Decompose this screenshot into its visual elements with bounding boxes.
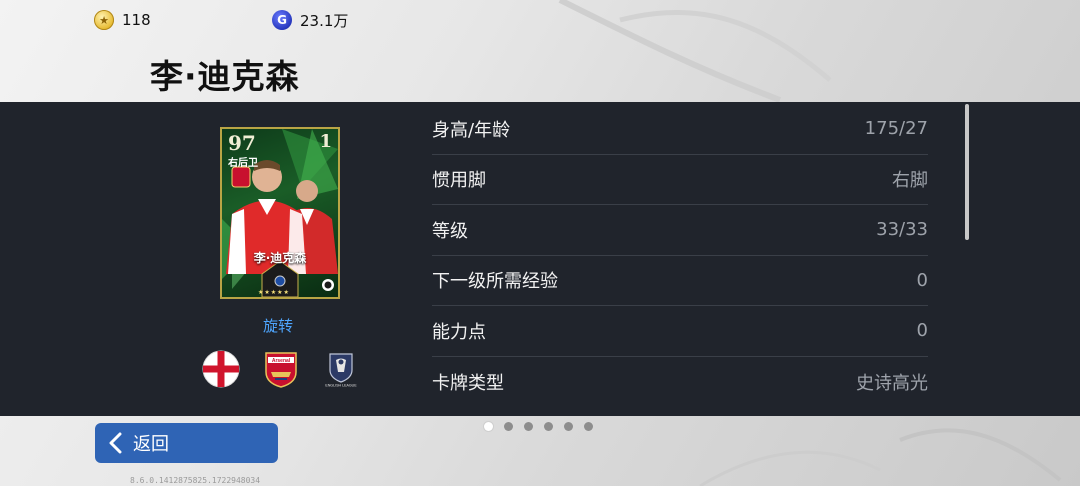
arsenal-crest-text: Arsenal (272, 358, 291, 364)
card-stars: ★★★★★ (258, 289, 290, 296)
gp-icon: G (272, 10, 292, 30)
stat-row-height-age: 身高/年龄 175/27 (432, 104, 928, 155)
back-button[interactable]: 返回 (95, 423, 278, 463)
version-text: 8.6.0.1412875825.1722948034 (130, 476, 261, 485)
stat-value: 0 (916, 320, 928, 342)
stat-value: 右脚 (892, 170, 928, 192)
gp-balance: G 23.1万 (272, 8, 348, 32)
coin-amount: 118 (122, 11, 151, 29)
page-indicator (484, 422, 593, 431)
stat-row-card-type: 卡牌类型 史诗高光 (432, 357, 928, 408)
stat-row-preferred-foot: 惯用脚 右脚 (432, 155, 928, 205)
stat-label: 惯用脚 (432, 170, 486, 192)
stat-label: 身高/年龄 (432, 119, 511, 141)
page-dot-2[interactable] (504, 422, 513, 431)
page-dot-5[interactable] (564, 422, 573, 431)
stat-row-ability-points: 能力点 0 (432, 306, 928, 357)
stat-label: 下一级所需经验 (432, 271, 558, 293)
card-level: 1 (319, 131, 332, 152)
player-stats-list: 身高/年龄 175/27 惯用脚 右脚 等级 33/33 下一级所需经验 0 能… (432, 104, 928, 407)
card-rating: 97 (228, 131, 256, 155)
arsenal-crest-icon: Arsenal (265, 352, 297, 388)
page-dot-3[interactable] (524, 422, 533, 431)
back-button-label: 返回 (133, 434, 169, 455)
chevron-left-icon (109, 432, 122, 454)
stat-value: 0 (916, 269, 928, 291)
stat-value: 33/33 (876, 219, 928, 241)
player-name-title: 李·迪克森 (150, 57, 300, 96)
page-dot-6[interactable] (584, 422, 593, 431)
coin-icon: ★ (94, 10, 114, 30)
card-position: 右后卫 (228, 158, 258, 169)
rotate-link[interactable]: 旋转 (263, 315, 293, 336)
coin-balance: ★ 118 (94, 8, 151, 32)
page-dot-4[interactable] (544, 422, 553, 431)
stat-row-next-level-exp: 下一级所需经验 0 (432, 256, 928, 306)
stat-label: 等级 (432, 220, 468, 242)
stat-value: 史诗高光 (856, 372, 928, 394)
stat-value: 175/27 (864, 118, 928, 140)
league-badge-text: ENGLISH LEAGUE (325, 384, 357, 388)
gp-amount: 23.1万 (300, 11, 349, 30)
stat-label: 卡牌类型 (432, 372, 504, 394)
stat-row-level: 等级 33/33 (432, 205, 928, 256)
stat-label: 能力点 (432, 321, 486, 343)
page-dot-1[interactable] (484, 422, 493, 431)
england-flag-icon (202, 350, 240, 388)
card-player-name: 李·迪克森 (253, 251, 307, 265)
player-card[interactable]: 97 右后卫 1 李·迪克森 ★★★★★ (220, 127, 340, 299)
stats-scrollbar[interactable] (965, 104, 969, 240)
english-league-icon: ENGLISH LEAGUE (325, 353, 357, 388)
